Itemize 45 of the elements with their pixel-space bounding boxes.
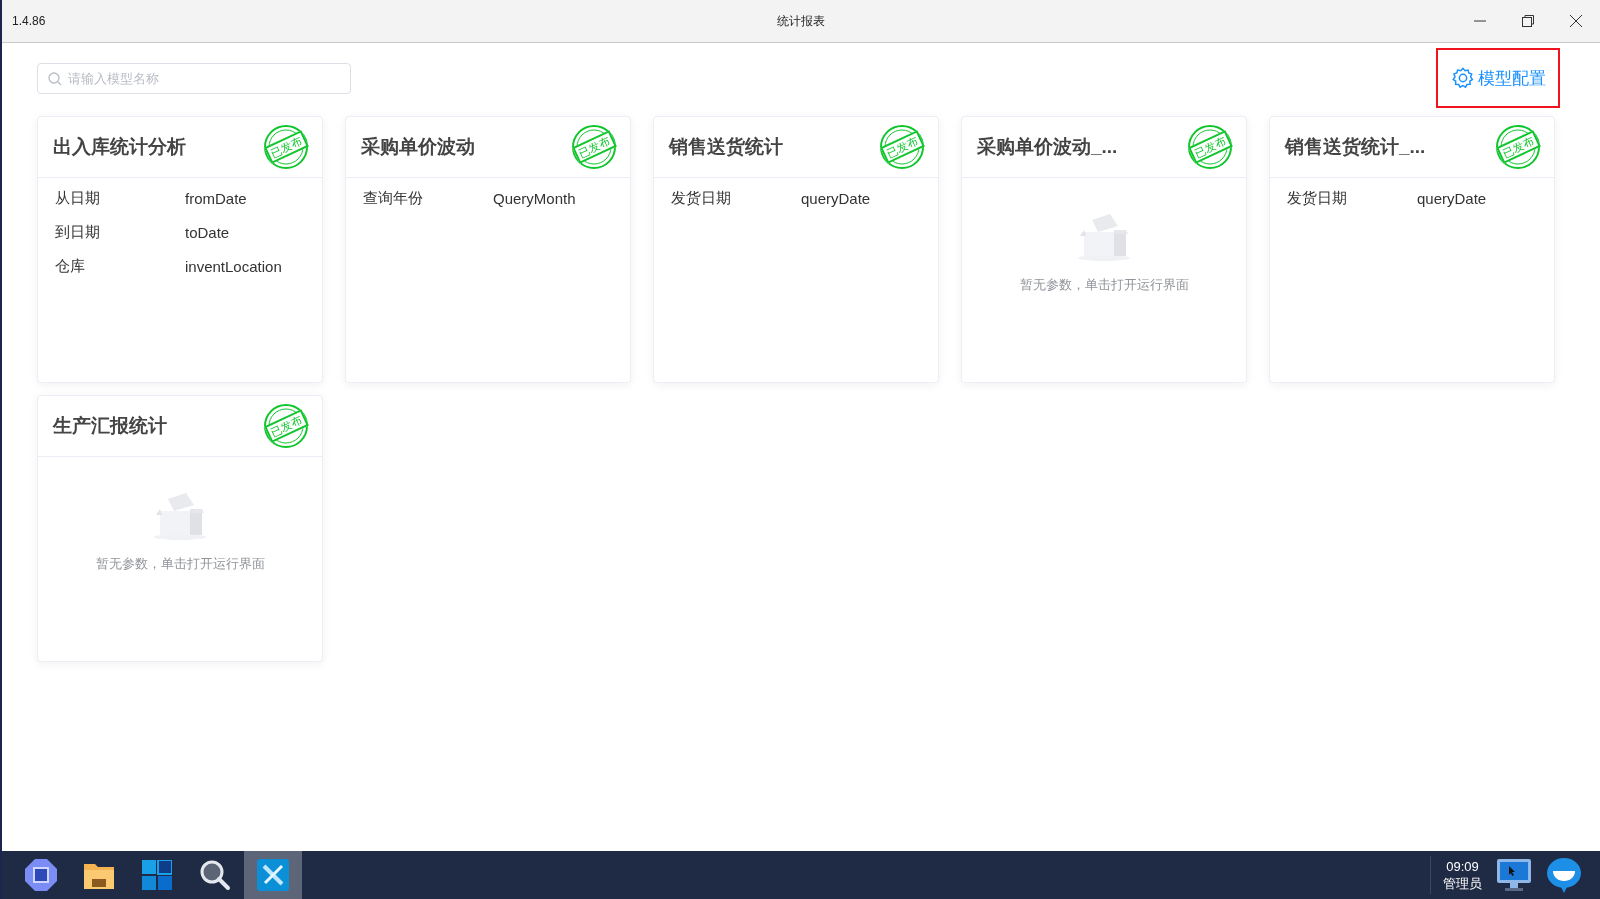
published-stamp: 已发布 (878, 123, 926, 171)
param-label: 到日期 (55, 222, 101, 242)
search-field[interactable]: 请输入模型名称 (37, 62, 351, 94)
param-label: 发货日期 (1287, 188, 1348, 208)
monitor-icon[interactable] (1496, 857, 1532, 893)
report-card[interactable]: 生产汇报统计 已发布 暂无参数，单击打开运行界面 (37, 395, 323, 662)
published-stamp: 已发布 (262, 402, 310, 450)
settings-icon (1452, 67, 1474, 89)
param-label: 发货日期 (671, 188, 732, 208)
card-title: 采购单价波动_... (977, 135, 1118, 159)
report-card[interactable]: 销售送货统计 已发布 发货日期 queryDate (653, 116, 939, 383)
clock-time: 09:09 (1446, 858, 1479, 875)
search-icon (199, 859, 231, 891)
param-field: queryDate (801, 189, 871, 207)
restore-icon (1522, 15, 1534, 27)
published-stamp: 已发布 (1494, 123, 1542, 171)
param-label: 查询年份 (363, 188, 424, 208)
search-icon (48, 71, 62, 86)
param-field: toDate (185, 223, 230, 241)
card-title: 销售送货统计 (669, 135, 783, 159)
report-card[interactable]: 采购单价波动 已发布 查询年份 QueryMonth (345, 116, 631, 383)
param-label: 从日期 (55, 188, 101, 208)
param-field: queryDate (1417, 189, 1487, 207)
card-title: 生产汇报统计 (53, 414, 167, 438)
report-card[interactable]: 采购单价波动_... 已发布 暂无参数，单击打开运行界面 (961, 116, 1247, 383)
published-stamp: 已发布 (570, 123, 618, 171)
user-name: 管理员 (1443, 875, 1482, 892)
window-title: 统计报表 (777, 12, 825, 30)
card-title: 销售送货统计_... (1285, 135, 1426, 159)
param-field: fromDate (185, 189, 247, 207)
windows-start-icon (142, 860, 172, 890)
report-card[interactable]: 出入库统计分析 已发布 从日期 fromDate 到日期 toDate 仓库 inventLocation (37, 116, 323, 383)
close-icon (1570, 15, 1582, 27)
report-card[interactable]: 销售送货统计_... 已发布 发货日期 queryDate (1269, 116, 1555, 383)
card-title: 出入库统计分析 (53, 135, 186, 159)
param-field: inventLocation (185, 257, 282, 275)
card-title: 采购单价波动 (361, 135, 475, 159)
empty-text: 暂无参数，单击打开运行界面 (95, 555, 265, 573)
version-label: 1.4.86 (12, 14, 46, 28)
published-stamp: 已发布 (1186, 123, 1234, 171)
published-stamp: 已发布 (262, 123, 310, 171)
param-label: 仓库 (55, 256, 86, 276)
param-field: QueryMonth (493, 189, 576, 207)
chat-bubble-icon[interactable] (1546, 856, 1582, 894)
empty-text: 暂无参数，单击打开运行界面 (1019, 276, 1189, 294)
